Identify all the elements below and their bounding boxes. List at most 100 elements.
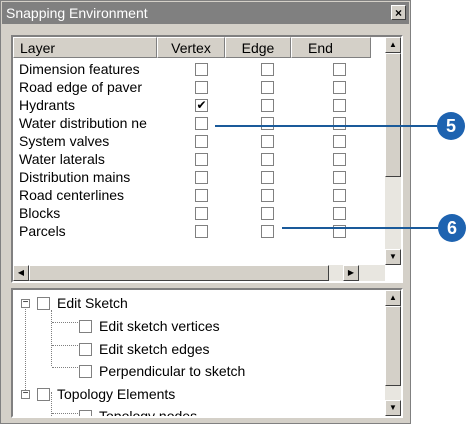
vertex-checkbox[interactable]: [195, 207, 208, 220]
table-row[interactable]: Road edge of paver: [13, 79, 371, 96]
tree-node-label: Topology Elements: [57, 386, 176, 402]
scroll-up-button[interactable]: ▲: [385, 37, 401, 53]
edge-checkbox[interactable]: [261, 189, 274, 202]
tree-node-label: Topology nodes: [99, 408, 198, 418]
end-checkbox[interactable]: [333, 63, 346, 76]
end-checkbox[interactable]: [333, 81, 346, 94]
table-vertical-scrollbar[interactable]: ▲ ▼: [385, 37, 401, 265]
vertex-checkbox[interactable]: [195, 135, 208, 148]
layer-snapping-table: Layer Vertex Edge End Dimension features…: [11, 35, 403, 283]
tree-connector: [52, 413, 78, 414]
edge-checkbox[interactable]: [261, 135, 274, 148]
edit-sketch-edges-checkbox[interactable]: [79, 343, 92, 356]
end-checkbox[interactable]: [333, 99, 346, 112]
scroll-left-button[interactable]: ◀: [13, 265, 29, 281]
column-header-edge[interactable]: Edge: [225, 37, 291, 58]
vertex-checkbox[interactable]: [195, 153, 208, 166]
end-checkbox[interactable]: [333, 171, 346, 184]
title-bar[interactable]: Snapping Environment ×: [2, 2, 409, 24]
tree-connector: [52, 322, 78, 323]
arrow-right-icon: ▶: [347, 268, 355, 277]
vertex-checkbox[interactable]: [195, 81, 208, 94]
snapping-tree: − Edit Sketch Edit sketch vertices Edit …: [11, 288, 403, 418]
layer-name: Parcels: [19, 223, 66, 239]
table-row[interactable]: Road centerlines: [13, 187, 371, 204]
vertex-checkbox[interactable]: [195, 117, 208, 130]
layer-name: System valves: [19, 133, 110, 149]
arrow-down-icon: ▼: [389, 252, 397, 261]
end-checkbox[interactable]: [333, 207, 346, 220]
table-row[interactable]: Distribution mains: [13, 169, 371, 186]
table-row[interactable]: Water laterals: [13, 151, 371, 168]
layer-name: Road edge of paver: [19, 79, 142, 95]
table-row[interactable]: Hydrants ✔: [13, 97, 371, 114]
topology-elements-checkbox[interactable]: [37, 388, 50, 401]
column-header-layer[interactable]: Layer: [13, 37, 157, 58]
edge-checkbox[interactable]: [261, 207, 274, 220]
table-header: Layer Vertex Edge End: [13, 37, 371, 59]
arrow-up-icon: ▲: [389, 293, 397, 302]
tree-node-label: Edit sketch vertices: [99, 318, 220, 334]
table-row[interactable]: Water distribution ne: [13, 115, 371, 132]
tree-connector: [52, 345, 78, 346]
vertex-checkbox[interactable]: ✔: [195, 99, 208, 112]
column-header-vertex[interactable]: Vertex: [157, 37, 225, 58]
layer-name: Dimension features: [19, 61, 140, 77]
window-title: Snapping Environment: [6, 5, 148, 21]
vertex-checkbox[interactable]: [195, 63, 208, 76]
callout-badge-6: 6: [438, 214, 466, 242]
snapping-environment-window: Snapping Environment × Layer Vertex Edge…: [0, 0, 411, 424]
perpendicular-to-sketch-checkbox[interactable]: [79, 365, 92, 378]
table-row[interactable]: System valves: [13, 133, 371, 150]
table-row[interactable]: Blocks: [13, 205, 371, 222]
topology-nodes-checkbox[interactable]: [79, 410, 92, 416]
arrow-down-icon: ▼: [389, 403, 397, 412]
end-checkbox[interactable]: [333, 117, 346, 130]
tree-connector: [51, 310, 52, 366]
edge-checkbox[interactable]: [261, 117, 274, 130]
close-icon: ×: [394, 6, 402, 20]
edge-checkbox[interactable]: [261, 153, 274, 166]
scroll-down-button[interactable]: ▼: [385, 400, 401, 416]
arrow-up-icon: ▲: [389, 40, 397, 49]
tree-connector: [52, 367, 78, 368]
scroll-thumb[interactable]: [385, 306, 401, 386]
edge-checkbox[interactable]: [261, 63, 274, 76]
tree-connector: [25, 306, 26, 392]
end-checkbox[interactable]: [333, 153, 346, 166]
scroll-right-button[interactable]: ▶: [343, 265, 359, 281]
callout-line-6: [282, 227, 438, 229]
horizontal-scroll-thumb[interactable]: [29, 265, 329, 281]
collapse-icon[interactable]: −: [21, 298, 30, 308]
callout-line-5: [215, 125, 437, 127]
collapse-icon[interactable]: −: [21, 389, 30, 399]
end-checkbox[interactable]: [333, 189, 346, 202]
table-horizontal-scrollbar[interactable]: ◀ ▶: [13, 265, 385, 281]
layer-name: Road centerlines: [19, 187, 125, 203]
edge-checkbox[interactable]: [261, 171, 274, 184]
layer-name: Distribution mains: [19, 169, 131, 185]
scroll-down-button[interactable]: ▼: [385, 249, 401, 265]
edge-checkbox[interactable]: [261, 225, 274, 238]
arrow-left-icon: ◀: [17, 268, 25, 277]
tree-node-label: Perpendicular to sketch: [99, 363, 246, 379]
table-row[interactable]: Dimension features: [13, 61, 371, 78]
tree-vertical-scrollbar[interactable]: ▲ ▼: [385, 290, 401, 416]
table-row[interactable]: Parcels: [13, 223, 371, 240]
column-header-end[interactable]: End: [291, 37, 371, 58]
close-button[interactable]: ×: [391, 5, 406, 20]
layer-name: Blocks: [19, 205, 61, 221]
edit-sketch-vertices-checkbox[interactable]: [79, 320, 92, 333]
edit-sketch-checkbox[interactable]: [37, 297, 50, 310]
scroll-thumb[interactable]: [385, 53, 401, 177]
layer-name: Water laterals: [19, 151, 105, 167]
tree-node-label: Edit Sketch: [57, 295, 128, 311]
layer-name: Water distribution ne: [19, 115, 147, 131]
edge-checkbox[interactable]: [261, 81, 274, 94]
vertex-checkbox[interactable]: [195, 171, 208, 184]
end-checkbox[interactable]: [333, 135, 346, 148]
scroll-up-button[interactable]: ▲: [385, 290, 401, 306]
edge-checkbox[interactable]: [261, 99, 274, 112]
vertex-checkbox[interactable]: [195, 189, 208, 202]
vertex-checkbox[interactable]: [195, 225, 208, 238]
